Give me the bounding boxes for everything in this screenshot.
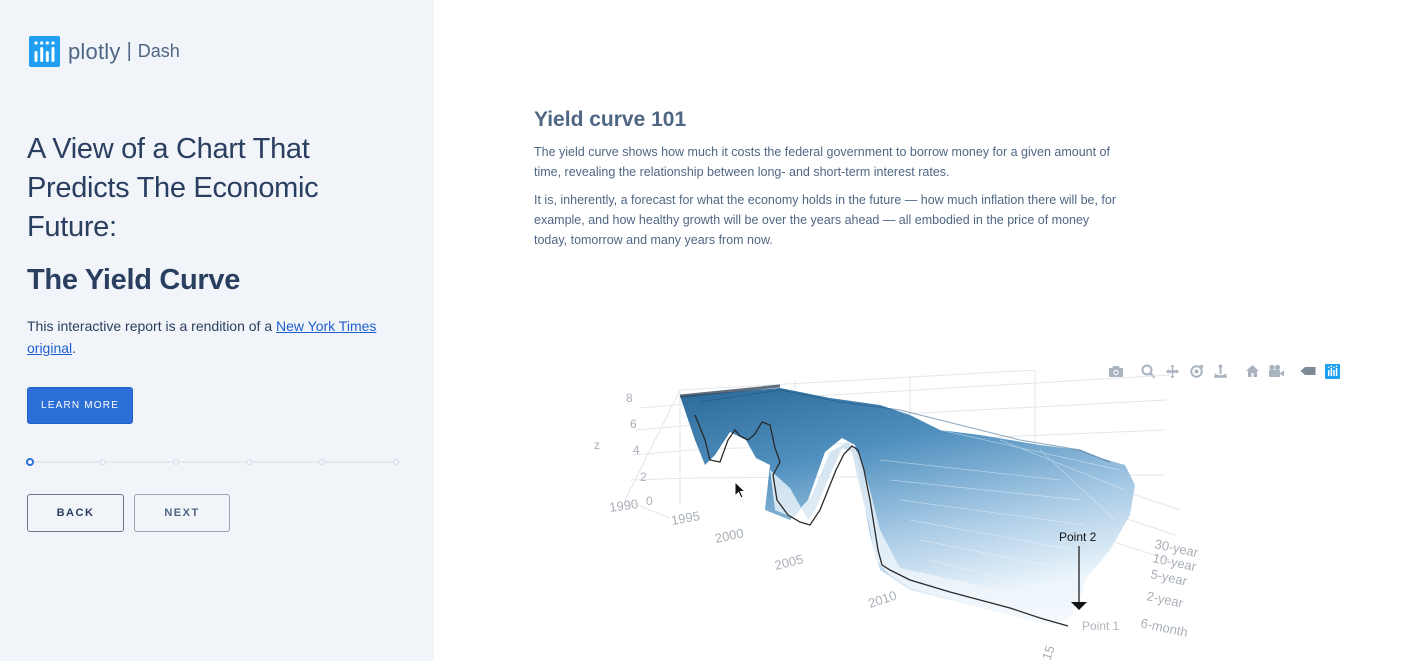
annotation-point-1: Point 1 (1082, 619, 1120, 633)
mouse-cursor-icon (734, 480, 747, 499)
x-tick-label: 1990 (608, 496, 639, 515)
step-slider[interactable] (26, 457, 399, 467)
slider-step-1[interactable] (26, 458, 34, 466)
z-tick-label: 8 (626, 391, 633, 405)
page-title: A View of a Chart That Predicts The Econ… (27, 133, 319, 243)
next-button[interactable]: NEXT (134, 494, 230, 532)
plotly-logo-icon (29, 36, 60, 67)
x-tick-label: 2005 (773, 551, 805, 573)
save-camera-icon[interactable] (1264, 362, 1288, 380)
brand-product: Dash (137, 41, 180, 61)
z-tick-label: 4 (633, 443, 640, 457)
z-tick-label: 6 (630, 417, 637, 431)
intro-end: . (72, 340, 77, 356)
brand-name: plotly (68, 38, 121, 64)
yield-curve-3d-chart[interactable]: 8 6 4 2 0 z 1990 1995 2000 2005 2010 15 … (580, 369, 1220, 662)
z-tick-label: 2 (640, 470, 647, 484)
x-tick-label: 1995 (670, 508, 701, 528)
back-button[interactable]: BACK (27, 494, 124, 532)
intro-text: This interactive report is a rendition o… (27, 318, 277, 334)
annotation-point-2: Point 2 (1059, 530, 1097, 544)
section-heading: Yield curve 101 (534, 108, 687, 131)
plotly-logo-icon[interactable] (1320, 362, 1344, 380)
chart-svg[interactable]: 8 6 4 2 0 z 1990 1995 2000 2005 2010 15 … (580, 369, 1220, 662)
brand-separator: | (126, 40, 132, 62)
x-tick-label: 2000 (714, 525, 745, 546)
slider-step-6[interactable] (393, 459, 399, 465)
z-tick-label: 0 (646, 494, 653, 508)
learn-more-button[interactable]: LEARN MORE (27, 387, 133, 424)
reset-camera-icon[interactable] (1240, 362, 1264, 380)
y-axis: 30-year 10-year 5-year 2-year 6-month (1139, 536, 1200, 640)
y-tick-label: 6-month (1139, 615, 1189, 640)
slider-step-2[interactable] (100, 459, 106, 465)
z-axis: 8 6 4 2 0 z (594, 391, 653, 508)
hover-tag-icon[interactable] (1296, 362, 1320, 380)
slider-track[interactable] (31, 461, 397, 463)
yield-surface (679, 384, 1135, 625)
y-tick-label: 2-year (1145, 588, 1185, 610)
paragraph-2: It is, inherently, a forecast for what t… (534, 193, 1117, 247)
page-subtitle: The Yield Curve (27, 264, 241, 296)
z-axis-title: z (594, 438, 600, 452)
slider-step-5[interactable] (319, 459, 325, 465)
paragraph-1: The yield curve shows how much it costs … (534, 145, 1110, 179)
slider-step-3[interactable] (173, 459, 179, 465)
intro-description: This interactive report is a rendition o… (27, 315, 397, 359)
sidebar: plotly | Dash A View of a Chart That Pre… (0, 0, 434, 661)
x-tick-label: 2010 (866, 588, 898, 611)
x-tick-label: 15 (1039, 643, 1058, 661)
slider-step-4[interactable] (246, 459, 252, 465)
brand-logo[interactable]: plotly | Dash (29, 36, 180, 67)
